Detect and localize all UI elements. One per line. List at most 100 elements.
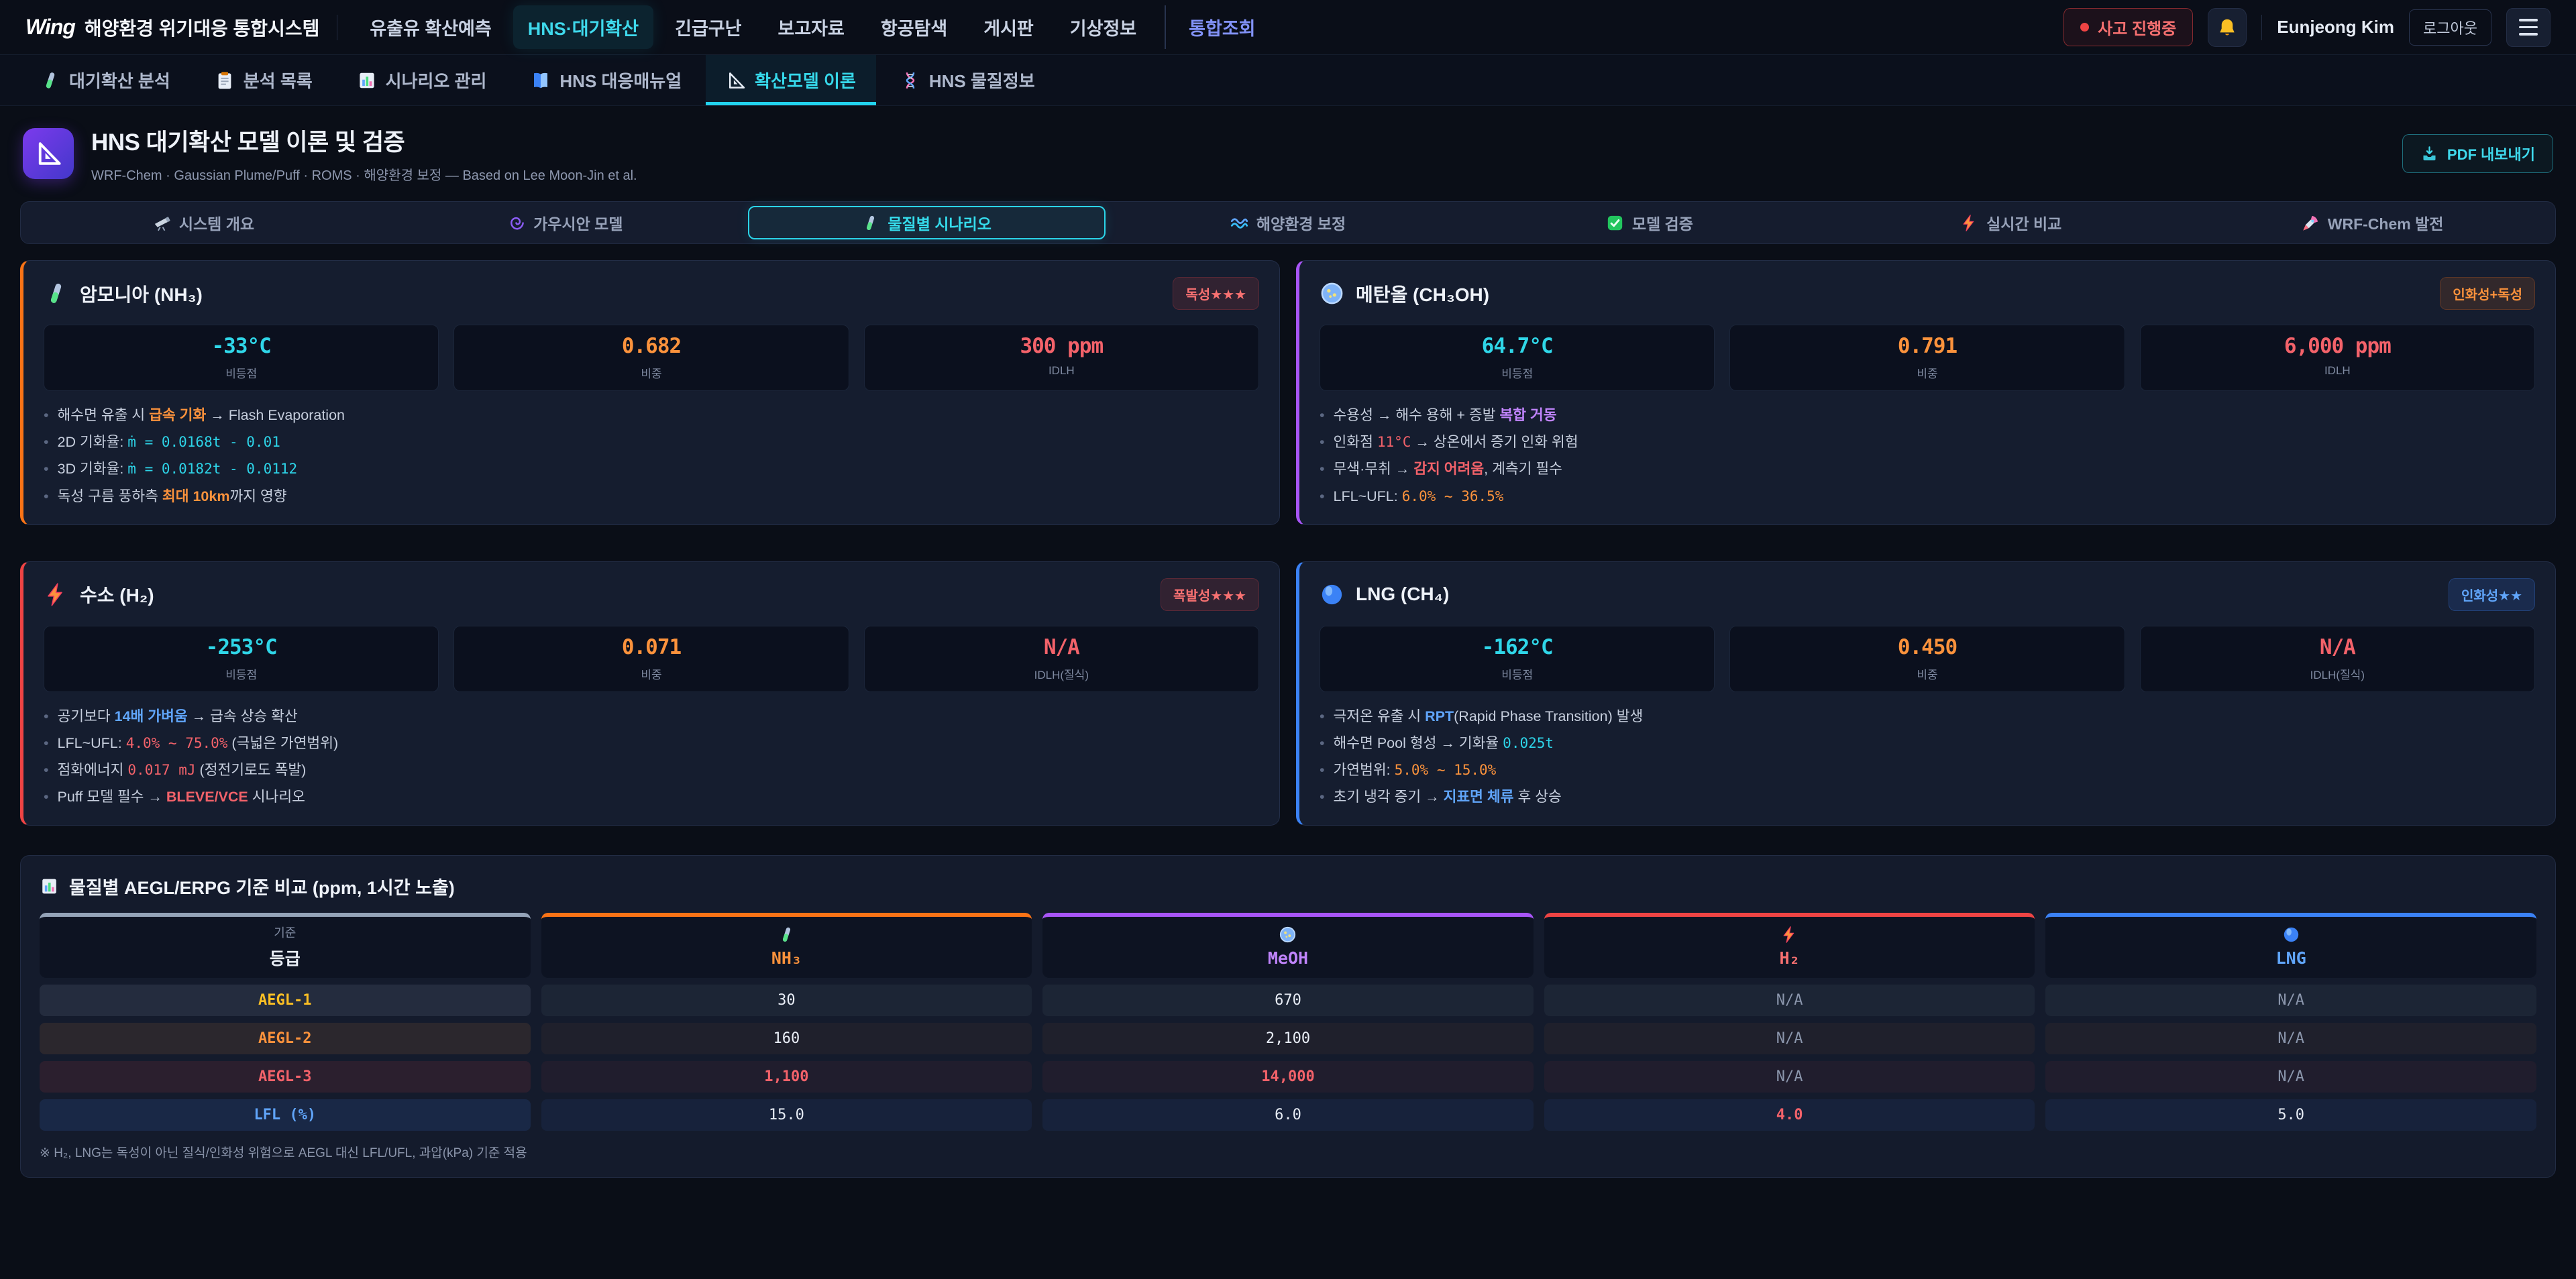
logout-button[interactable]: 로그아웃: [2409, 9, 2491, 46]
bullet-segment: 급속 기화: [149, 407, 206, 423]
table-col-header-lng: LNG: [2045, 913, 2536, 978]
module-tab-analysis-list[interactable]: 분석 목록: [195, 55, 333, 105]
stat-value: 0.450: [1735, 635, 2118, 659]
table-title-text: 물질별 AEGL/ERPG 기준 비교 (ppm, 1시간 노출): [69, 873, 455, 899]
stat-box: -253°C비등점: [44, 626, 439, 692]
pdf-export-button[interactable]: PDF 내보내기: [2402, 134, 2553, 173]
nav-item-aerial-search[interactable]: 항공탐색: [866, 5, 962, 49]
set-square-icon: [726, 70, 746, 91]
bullet-segment: ṁ = 0.0182t - 0.0112: [127, 461, 297, 477]
bullet-segment: 까지 영향: [229, 488, 286, 504]
card-title: 암모니아 (NH₃): [80, 280, 203, 307]
table-cell: N/A: [2045, 1061, 2536, 1093]
section-tab-wrf-chem-advance[interactable]: WRF-Chem 발전: [2194, 206, 2551, 239]
module-tab-scenario-management[interactable]: 시나리오 관리: [337, 55, 507, 105]
module-tab-diffusion-model-theory[interactable]: 확산모델 이론: [706, 55, 876, 105]
table-cell: 14,000: [1042, 1061, 1534, 1093]
bullet-segment: 4.0% ~ 75.0%: [126, 735, 228, 751]
stat-label: IDLH: [2146, 364, 2529, 378]
book-icon: [531, 70, 551, 91]
module-tab-label: HNS 물질정보: [929, 68, 1035, 93]
card-header-nh3: 암모니아 (NH₃)독성★★★: [44, 277, 1259, 310]
aegl-grid: 기준등급NH₃MeOHH₂LNGAEGL-130670N/AN/AAEGL-21…: [40, 913, 2536, 1131]
stat-box: -162°C비등점: [1320, 626, 1715, 692]
stat-label: 비등점: [50, 364, 433, 381]
logo-title: 해양환경 위기대응 통합시스템: [85, 14, 319, 41]
bullet-segment: 독성 구름 풍하측: [58, 488, 162, 504]
bolt-icon: [1780, 926, 1799, 944]
wave-icon: [1230, 214, 1248, 232]
nav-item-reports[interactable]: 보고자료: [763, 5, 859, 49]
table-footnote: ※ H₂, LNG는 독성이 아닌 질식/인화성 위험으로 AEGL 대신 LF…: [40, 1143, 2536, 1161]
bullet-item: Puff 모델 필수 → BLEVE/VCE 시나리오: [44, 787, 1259, 808]
hamburger-menu-button[interactable]: [2506, 8, 2551, 47]
bullet-segment: ṁ = 0.0168t - 0.01: [127, 434, 280, 450]
stat-box: 0.682비중: [453, 325, 849, 391]
nav-item-integrated-search[interactable]: 통합조회: [1165, 5, 1270, 49]
module-tab-hns-substance-info[interactable]: HNS 물질정보: [880, 55, 1055, 105]
bullet-item: 극저온 유출 시 RPT(Rapid Phase Transition) 발생: [1320, 706, 2535, 727]
nav-item-oil-spill-forecast[interactable]: 유출유 확산예측: [355, 5, 506, 49]
stat-value: 64.7°C: [1326, 334, 1709, 358]
nav-item-board[interactable]: 게시판: [969, 5, 1049, 49]
bullet-segment: 극저온 유출 시: [1334, 708, 1426, 724]
card-bullets: 공기보다 14배 가벼움 → 급속 상승 확산LFL~UFL: 4.0% ~ 7…: [44, 706, 1259, 808]
bullet-segment: 14배 가벼움: [115, 708, 188, 724]
nav-item-emergency-rescue[interactable]: 긴급구난: [660, 5, 756, 49]
stat-value: 300 ppm: [870, 334, 1253, 358]
section-tab-label: WRF-Chem 발전: [2328, 211, 2444, 234]
table-cell: N/A: [1544, 1061, 2035, 1093]
test-tube-icon: [777, 926, 796, 944]
bullet-segment: RPT: [1425, 708, 1454, 724]
stat-box: 0.450 비중: [1729, 626, 2125, 692]
bullet-segment: (정전기로도 폭발): [196, 762, 307, 778]
stat-label: 비중: [460, 665, 843, 682]
page-title: HNS 대기확산 모델 이론 및 검증: [91, 123, 637, 158]
bullet-item: 해수면 유출 시 급속 기화 → Flash Evaporation: [44, 405, 1259, 426]
petri-icon: [1279, 926, 1297, 944]
table-col-header-grade: 기준등급: [40, 913, 531, 978]
section-tab-gaussian-model[interactable]: 가우시안 모델: [386, 206, 744, 239]
card-header-h2: 수소 (H₂)폭발성★★★: [44, 578, 1259, 611]
bullet-item: 초기 냉각 증기 → 지표면 체류 후 상승: [1320, 787, 2535, 808]
bullet-item: 인화점 11°C → 상온에서 증기 인화 위험: [1320, 432, 2535, 453]
table-cell: N/A: [2045, 1023, 2536, 1054]
table-col-label: MeOH: [1268, 948, 1308, 968]
table-cell: 1,100: [541, 1061, 1032, 1093]
notifications-button[interactable]: [2208, 8, 2247, 47]
spiral-icon: [507, 214, 525, 232]
logo-mark: Wing: [25, 15, 75, 40]
table-cell: N/A: [1544, 985, 2035, 1016]
table-cell: 160: [541, 1023, 1032, 1054]
chem-card-meoh: 메탄올 (CH₃OH)인화성+독성64.7°C비등점0.791비중6,000 p…: [1296, 260, 2556, 525]
table-row-label: AEGL-3: [40, 1061, 531, 1093]
section-tab-realtime-comparison[interactable]: 실시간 비교: [1832, 206, 2190, 239]
main-nav: 유출유 확산예측HNS·대기확산긴급구난보고자료항공탐색게시판기상정보 통합조회: [355, 5, 1270, 49]
card-bullets: 해수면 유출 시 급속 기화 → Flash Evaporation2D 기화율…: [44, 405, 1259, 507]
module-tab-label: 대기확산 분석: [69, 68, 170, 93]
section-tab-substance-scenarios[interactable]: 물질별 시나리오: [748, 206, 1106, 239]
section-tab-system-overview[interactable]: 시스템 개요: [25, 206, 382, 239]
bullet-segment: (Rapid Phase Transition) 발생: [1454, 708, 1643, 724]
incident-status-label: 사고 진행중: [2098, 15, 2176, 39]
nav-item-weather-info[interactable]: 기상정보: [1055, 5, 1151, 49]
section-tab-marine-env-correction[interactable]: 해양환경 보정: [1110, 206, 1467, 239]
bolt-icon: [1960, 214, 1978, 232]
table-cell: 2,100: [1042, 1023, 1534, 1054]
module-tab-hns-response-manual[interactable]: HNS 대응매뉴얼: [511, 55, 702, 105]
table-cell: 4.0: [1544, 1099, 2035, 1131]
chem-card-nh3: 암모니아 (NH₃)독성★★★ -33°C비등점0.682비중 300 ppm IDL…: [20, 260, 1280, 525]
table-col-label: LNG: [2276, 948, 2306, 968]
table-col-header-nh3: NH₃: [541, 913, 1032, 978]
nav-item-hns-air-diffusion[interactable]: HNS·대기확산: [513, 5, 653, 49]
stat-label: 비중: [1735, 364, 2118, 381]
bolt-icon: [44, 582, 68, 607]
stat-box: -33°C비등점: [44, 325, 439, 391]
module-tab-air-diffusion-analysis[interactable]: 대기확산 분석: [20, 55, 191, 105]
stat-label: 비중: [1735, 665, 2118, 682]
section-tab-model-validation[interactable]: 모델 검증: [1470, 206, 1828, 239]
section-tab-label: 가우시안 모델: [533, 211, 623, 234]
card-stats: 64.7°C비등점0.791비중6,000 ppmIDLH: [1320, 325, 2535, 391]
bullet-segment: 복합 거동: [1499, 407, 1556, 423]
stat-label: IDLH: [870, 364, 1253, 378]
